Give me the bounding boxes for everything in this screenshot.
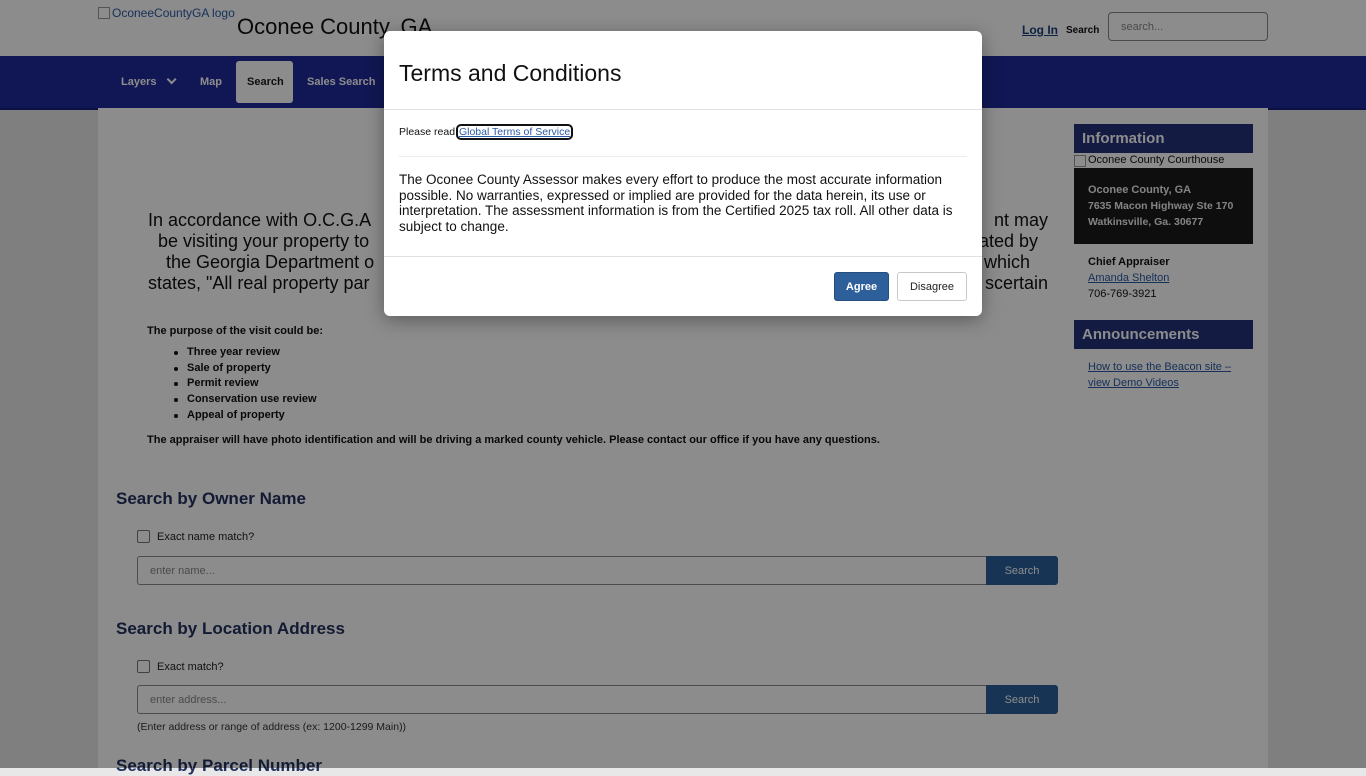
divider [399, 156, 967, 157]
please-read-line: Please read Global Terms of Service [399, 124, 574, 140]
disclaimer-text: The Oconee County Assessor makes every e… [399, 172, 953, 234]
disagree-button[interactable]: Disagree [897, 272, 967, 301]
agree-button[interactable]: Agree [834, 272, 889, 301]
terms-modal: Terms and Conditions Please read Global … [384, 31, 982, 316]
terms-of-service-link[interactable]: Global Terms of Service [455, 124, 574, 140]
please-read-text: Please read [399, 126, 456, 138]
divider [384, 109, 982, 110]
modal-title: Terms and Conditions [399, 60, 622, 86]
divider [384, 256, 982, 257]
